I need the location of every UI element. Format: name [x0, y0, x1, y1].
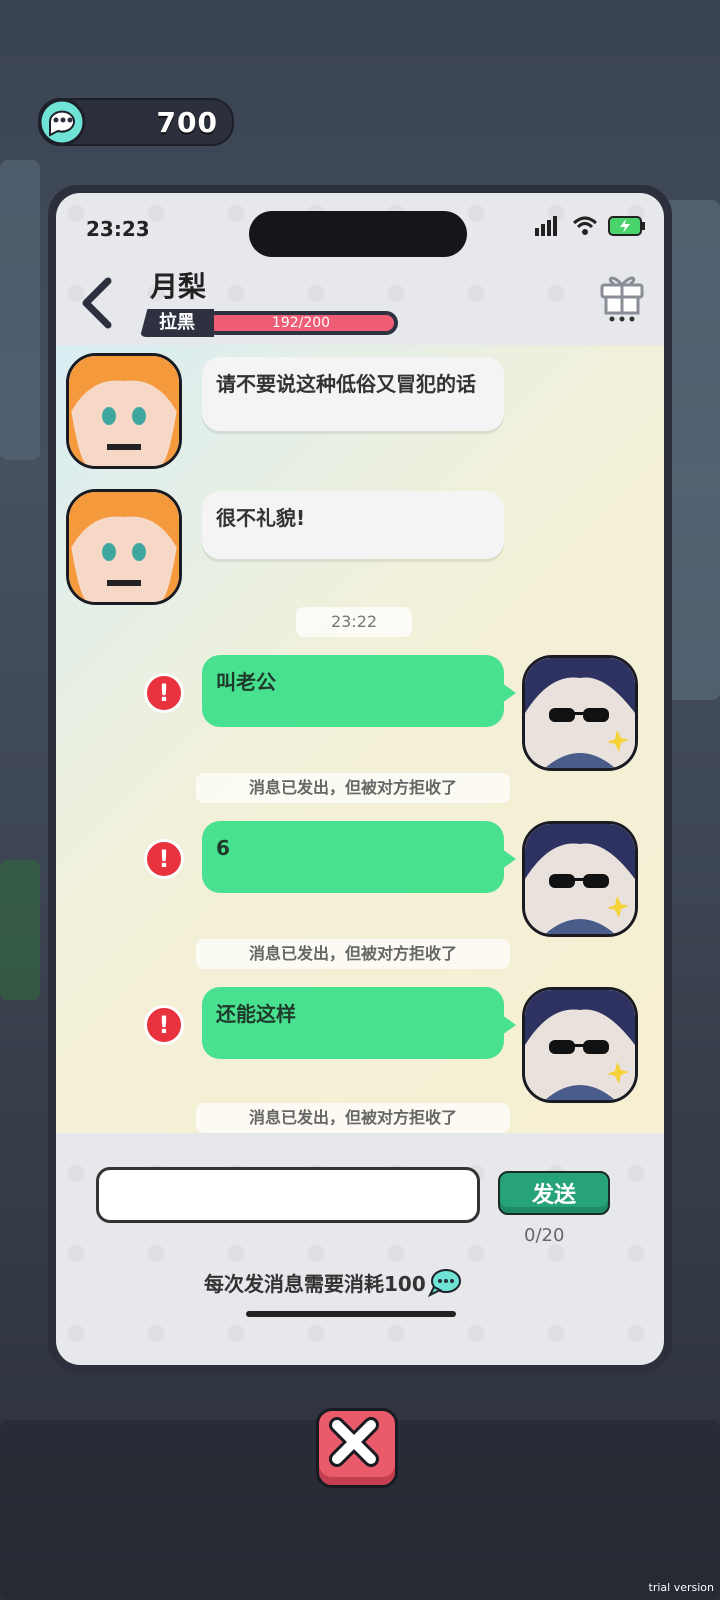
message-cost-text: 每次发消息需要消耗100 — [204, 1271, 426, 1296]
relationship-value: 192/200 — [271, 315, 331, 331]
outgoing-message-bubble: 还能这样 — [202, 987, 516, 1059]
status-time: 23:23 — [86, 217, 150, 241]
dynamic-island — [249, 211, 467, 257]
chat-timestamp: 23:22 — [296, 607, 412, 637]
trial-watermark: trial version — [648, 1581, 714, 1594]
contact-name: 月梨 — [150, 270, 207, 303]
relationship-status-label: 拉黑 — [140, 309, 214, 337]
wifi-icon — [572, 216, 598, 235]
close-button[interactable] — [316, 1408, 398, 1488]
rejected-notice: 消息已发出，但被对方拒收了 — [196, 1103, 510, 1133]
player-avatar — [522, 987, 638, 1103]
currency-counter: 700 — [38, 98, 234, 146]
player-avatar — [522, 821, 638, 937]
message-cost-note: 每次发消息需要消耗100 — [204, 1267, 462, 1297]
signal-icon — [535, 216, 557, 236]
incoming-message-bubble: 请不要说这种低俗又冒犯的话 — [202, 357, 504, 431]
contact-avatar — [66, 353, 182, 469]
message-input[interactable] — [96, 1167, 480, 1223]
relationship-bar: 192/200 — [204, 311, 398, 335]
close-icon — [329, 1417, 379, 1467]
error-icon[interactable]: ! — [144, 839, 184, 879]
incoming-message-bubble: 很不礼貌! — [202, 491, 504, 559]
gift-icon[interactable] — [598, 267, 646, 323]
girl-avatar-image — [69, 356, 179, 466]
boy-avatar-image — [525, 658, 635, 768]
boy-avatar-image — [525, 824, 635, 934]
composer: 发送 0/20 每次发消息需要消耗100 — [56, 1133, 664, 1365]
phone-screen: 23:23 月梨 192/200 拉黑 请不要说这种低俗又冒犯的话 很不礼貌! … — [56, 193, 664, 1365]
status-icons — [534, 215, 646, 237]
player-avatar — [522, 655, 638, 771]
chat-coin-icon — [38, 98, 86, 146]
outgoing-message-bubble: 6 — [202, 821, 516, 893]
send-button[interactable]: 发送 — [498, 1171, 610, 1215]
currency-value: 700 — [156, 106, 218, 139]
home-indicator — [246, 1311, 456, 1317]
girl-avatar-image — [69, 492, 179, 602]
chat-area[interactable]: 请不要说这种低俗又冒犯的话 很不礼貌! 23:22 ! 叫老公 消息已发出，但被… — [56, 345, 664, 1133]
back-button[interactable] — [76, 275, 120, 331]
rejected-notice: 消息已发出，但被对方拒收了 — [196, 773, 510, 803]
contact-avatar — [66, 489, 182, 605]
relationship-meter: 192/200 拉黑 — [140, 309, 400, 337]
outgoing-message-bubble: 叫老公 — [202, 655, 516, 727]
error-icon[interactable]: ! — [144, 673, 184, 713]
error-icon[interactable]: ! — [144, 1005, 184, 1045]
chat-coin-icon — [427, 1269, 461, 1297]
battery-charging-icon — [608, 216, 645, 236]
phone-frame: 23:23 月梨 192/200 拉黑 请不要说这种低俗又冒犯的话 很不礼貌! … — [48, 185, 672, 1373]
rejected-notice: 消息已发出，但被对方拒收了 — [196, 939, 510, 969]
char-counter: 0/20 — [524, 1225, 565, 1246]
boy-avatar-image — [525, 990, 635, 1100]
